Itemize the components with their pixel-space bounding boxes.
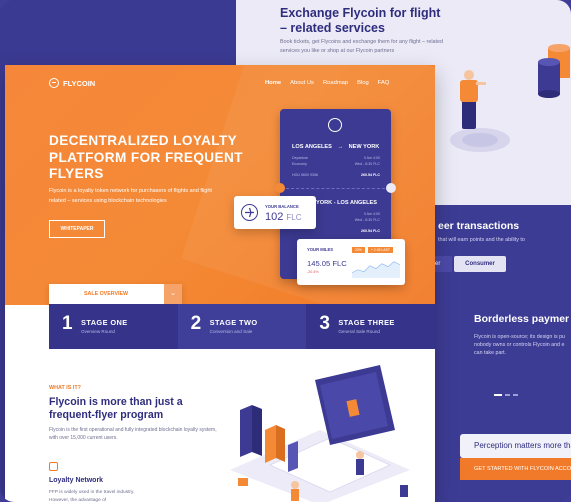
ticket1-meta-value: Wed - 6:30 FLC [354, 162, 380, 166]
balance-label: YOUR BALANCE [265, 204, 299, 209]
ticket1-code-row: HOU 5600 9356 260.54 FLC [292, 173, 380, 179]
sale-overview-label: SALE OVERVIEW [83, 291, 129, 297]
what-is-it-description: Flycoin is the first operational and ful… [49, 427, 217, 441]
logo[interactable]: FLYCOIN [49, 78, 95, 88]
stage-subtitle: General Sale Round [338, 329, 380, 334]
ticket1-to: NEW YORK [348, 144, 380, 150]
tab-business[interactable]: er [434, 256, 452, 272]
stage-number: 2 [190, 313, 202, 334]
nav-roadmap[interactable]: Roadmap [323, 80, 348, 86]
carousel-dots[interactable] [494, 383, 534, 396]
balance-value: 102 FLC [265, 211, 302, 223]
ticket-notch [275, 183, 285, 193]
stage-one[interactable]: 1 STAGE ONE Overview Round [49, 304, 178, 349]
miles-value: 145.05 FLC [307, 259, 347, 268]
ticket1-meta-2: Economy Wed - 6:30 FLC [292, 162, 380, 168]
stage-name: STAGE THREE [338, 318, 395, 327]
what-is-it-label: WHAT IS IT? [49, 385, 81, 391]
platform-illustration [230, 365, 410, 502]
miles-change: -20.4% [307, 270, 319, 274]
plane-icon [245, 207, 254, 218]
ticket1-code: HOU 5600 9356 [292, 173, 318, 177]
nav-blog[interactable]: Blog [357, 80, 369, 86]
tab-consumer[interactable]: Consumer [454, 256, 506, 272]
miles-sparkline [352, 261, 400, 278]
stage-subtitle: Conversion and Sale [209, 329, 253, 334]
hero-description: Flycoin is a loyalty token network for p… [49, 188, 212, 204]
carousel-dot[interactable] [494, 394, 502, 396]
logo-icon [49, 78, 59, 88]
peer-description: that will earn points and the ability to [438, 237, 525, 243]
stage-subtitle: Overview Round [81, 329, 115, 334]
hero-section: FLYCOIN Home About Us Roadmap Blog FAQ D… [5, 65, 435, 339]
miles-card: YOUR MILES 23% + 2.05 LAST 145.05 FLC -2… [297, 239, 405, 285]
borderless-title: Borderless paymer [474, 313, 570, 325]
whitepaper-button[interactable]: WHITEPAPER [49, 220, 105, 238]
ticket1-from: LOS ANGELES [292, 144, 332, 150]
hero-title: DECENTRALIZED LOYALTY PLATFORM FOR FREQU… [49, 133, 243, 181]
ticket1-price: 260.54 FLC [361, 173, 380, 177]
ticket1-meta-value: 0 Am 4:00 [363, 156, 380, 160]
loyalty-network-title: Loyalty Network [49, 477, 104, 484]
ticket1-meta-1: Departure 0 Am 4:00 [292, 156, 380, 162]
what-is-it-title: Flycoin is more than just a frequent-fly… [49, 396, 183, 421]
miles-badge-last: + 2.05 LAST [368, 247, 393, 253]
stage-two[interactable]: 2 STAGE TWO Conversion and Sale [177, 304, 307, 349]
stages-bar: 1 STAGE ONE Overview Round 2 STAGE TWO C… [49, 304, 435, 349]
carousel-dot[interactable] [513, 394, 518, 396]
stage-name: STAGE ONE [81, 318, 128, 327]
ticket2-price-row: 260.54 FLC [292, 229, 380, 235]
ticket2-price: 260.54 FLC [361, 229, 380, 233]
miles-badge-percent: 23% [352, 247, 365, 253]
main-site: FLYCOIN Home About Us Roadmap Blog FAQ D… [5, 65, 435, 502]
nav-about[interactable]: About Us [290, 80, 314, 86]
perception-banner: Perception matters more tha [460, 434, 571, 458]
main-nav: Home About Us Roadmap Blog FAQ [265, 80, 389, 86]
balance-card: YOUR BALANCE 102 FLC [234, 196, 316, 229]
ticket2-route: YORK - LOS ANGELES [316, 200, 378, 206]
sale-overview-dropdown[interactable]: SALE OVERVIEW ⌄ [49, 284, 182, 304]
plane-icon [328, 118, 342, 132]
borderless-description: Flycoin is open-source; its design is pu… [474, 334, 565, 356]
exchange-title: Exchange Flycoin for flight – related se… [280, 6, 441, 35]
loyalty-network-description: FFP is widely used in the travel industr… [49, 490, 135, 502]
miles-label: YOUR MILES [307, 247, 334, 252]
exchange-description: Book tickets, get Flycoins and exchange … [280, 39, 444, 54]
ticket1-meta-label: Economy [292, 162, 307, 166]
stage-number: 3 [319, 313, 330, 334]
balance-amount: 102 [265, 211, 284, 223]
chevron-down-icon[interactable]: ⌄ [164, 284, 182, 304]
plane-icon [241, 204, 258, 221]
balance-unit: FLC [286, 213, 302, 222]
ticket2-meta-value: Wed - 6:30 FLC [354, 218, 380, 222]
nav-home[interactable]: Home [265, 80, 281, 86]
carousel-dot[interactable] [505, 394, 510, 396]
network-icon [49, 462, 58, 471]
exchange-illustration [450, 44, 570, 152]
stage-name: STAGE TWO [209, 318, 258, 327]
ticket2-meta-value: 0 Am 4:00 [363, 212, 380, 216]
ticket-notch [386, 183, 396, 193]
route-arrow-icon: → [337, 144, 344, 150]
get-started-button[interactable]: GET STARTED WITH FLYCOIN ACCO [460, 458, 571, 480]
ticket1-meta-label: Departure [292, 156, 308, 160]
peer-title: eer transactions [438, 220, 520, 232]
stage-number: 1 [62, 313, 73, 334]
nav-faq[interactable]: FAQ [378, 80, 390, 86]
background: Exchange Flycoin for flight – related se… [0, 0, 571, 502]
stage-three[interactable]: 3 STAGE THREE General Sale Round [306, 304, 435, 349]
ticket-divider [286, 188, 385, 189]
ticket1-route: LOS ANGELES → NEW YORK [292, 144, 379, 150]
logo-text: FLYCOIN [63, 78, 96, 88]
